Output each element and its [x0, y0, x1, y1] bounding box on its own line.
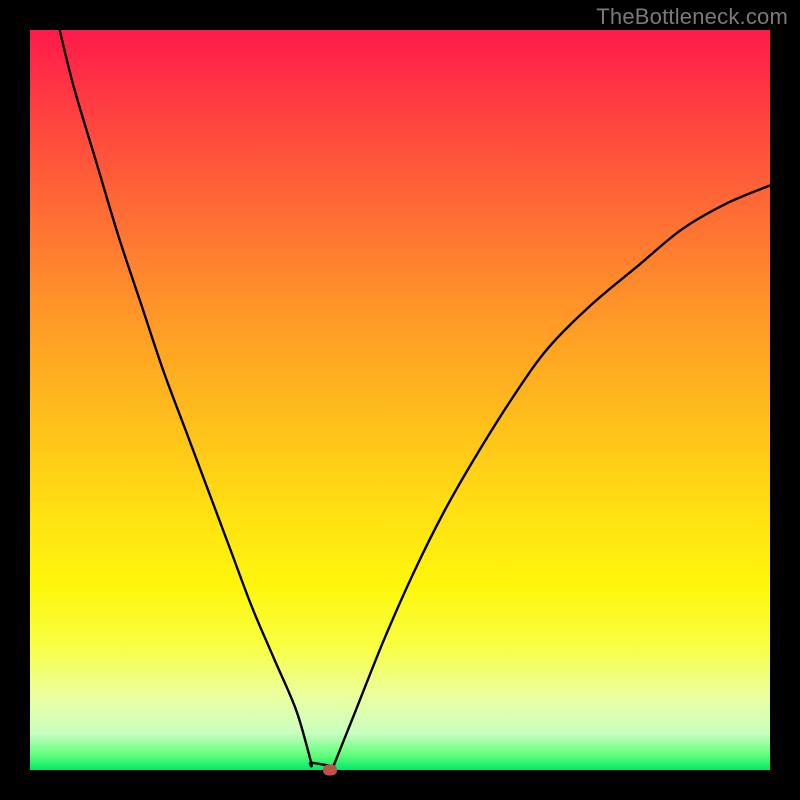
- bottleneck-curve: [60, 30, 770, 770]
- watermark-text: TheBottleneck.com: [596, 4, 788, 30]
- plot-area: [30, 30, 770, 770]
- chart-stage: TheBottleneck.com: [0, 0, 800, 800]
- curve-svg: [30, 30, 770, 770]
- optimum-marker: [323, 765, 337, 776]
